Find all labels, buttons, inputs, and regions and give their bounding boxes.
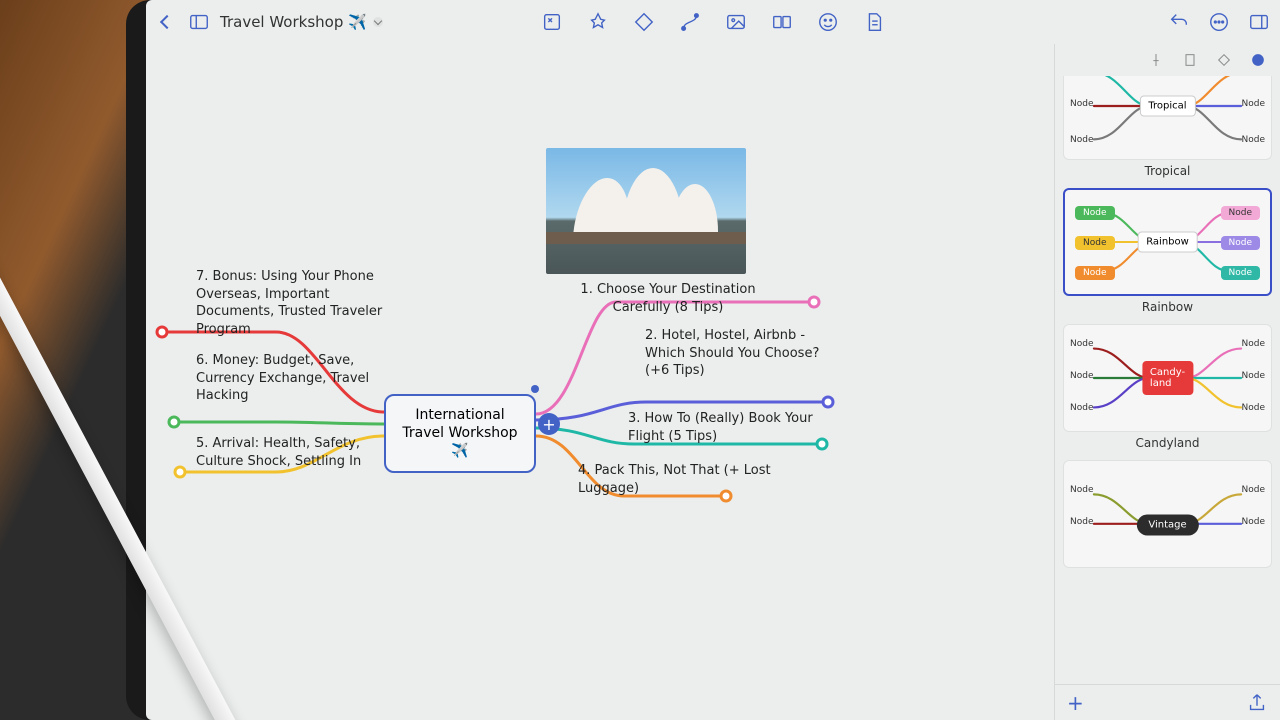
pin-icon[interactable] <box>587 11 609 33</box>
theme-list[interactable]: Tropical Node Node Node Node Node Node T… <box>1055 76 1280 684</box>
focus-icon[interactable] <box>541 11 563 33</box>
branch-1[interactable]: 1. Choose Your Destination Carefully (8 … <box>563 281 773 316</box>
center-node[interactable]: International Travel Workshop ✈️ <box>384 394 536 473</box>
theme-label: Tropical <box>1063 164 1272 178</box>
sidebar-footer: + <box>1055 684 1280 720</box>
chevron-down-icon[interactable] <box>373 17 383 27</box>
more-icon[interactable] <box>1208 11 1230 33</box>
inspector-sidebar: Tropical Node Node Node Node Node Node T… <box>1054 44 1280 720</box>
theme-rainbow[interactable]: Node Node Node Node Node Node Rainbow <box>1063 188 1272 296</box>
inspector-tabs <box>1055 44 1280 76</box>
branch-7[interactable]: 7. Bonus: Using Your Phone Overseas, Imp… <box>196 268 406 338</box>
document-title[interactable]: Travel Workshop ✈️ <box>220 13 383 31</box>
tab-style-icon[interactable] <box>1250 52 1266 68</box>
theme-label: Candyland <box>1063 436 1272 450</box>
tab-pin-icon[interactable] <box>1148 52 1164 68</box>
note-icon[interactable] <box>863 11 885 33</box>
document-title-text: Travel Workshop ✈️ <box>220 13 367 31</box>
theme-center-label: Vintage <box>1136 514 1198 535</box>
connector-icon[interactable] <box>679 11 701 33</box>
sidebar-toggle-icon[interactable] <box>188 11 210 33</box>
emoji-icon[interactable] <box>817 11 839 33</box>
branch-6[interactable]: 6. Money: Budget, Save, Currency Exchang… <box>196 352 396 405</box>
theme-center-label: Tropical <box>1139 96 1195 117</box>
add-theme-button[interactable]: + <box>1067 691 1084 715</box>
theme-center-label: Rainbow <box>1137 232 1198 253</box>
branch-3[interactable]: 3. How To (Really) Book Your Flight (5 T… <box>628 410 838 445</box>
destination-image[interactable] <box>546 148 746 274</box>
theme-tropical[interactable]: Tropical Node Node Node Node Node Node <box>1063 76 1272 160</box>
back-button[interactable] <box>156 11 178 33</box>
branch-4[interactable]: 4. Pack This, Not That (+ Lost Luggage) <box>578 462 798 497</box>
inspector-toggle-icon[interactable] <box>1248 11 1270 33</box>
branch-2[interactable]: 2. Hotel, Hostel, Airbnb - Which Should … <box>645 327 835 380</box>
theme-label: Rainbow <box>1063 300 1272 314</box>
share-icon[interactable] <box>1246 692 1268 714</box>
image-icon[interactable] <box>725 11 747 33</box>
tab-tag-icon[interactable] <box>1216 52 1232 68</box>
top-toolbar: Travel Workshop ✈️ <box>146 0 1280 44</box>
theme-vintage[interactable]: Vintage Node Node Node Node <box>1063 460 1272 568</box>
mindmap-canvas[interactable]: International Travel Workshop ✈️ + 1. Ch… <box>146 44 1054 720</box>
branch-5[interactable]: 5. Arrival: Health, Safety, Culture Shoc… <box>196 435 396 470</box>
undo-icon[interactable] <box>1168 11 1190 33</box>
add-node-button[interactable]: + <box>538 413 560 435</box>
tab-note-icon[interactable] <box>1182 52 1198 68</box>
theme-center-label: Candy- land <box>1142 361 1193 395</box>
theme-candyland[interactable]: Candy- land Node Node Node Node Node Nod… <box>1063 324 1272 432</box>
selection-handle[interactable] <box>531 385 539 393</box>
tag-icon[interactable] <box>633 11 655 33</box>
layout-icon[interactable] <box>771 11 793 33</box>
